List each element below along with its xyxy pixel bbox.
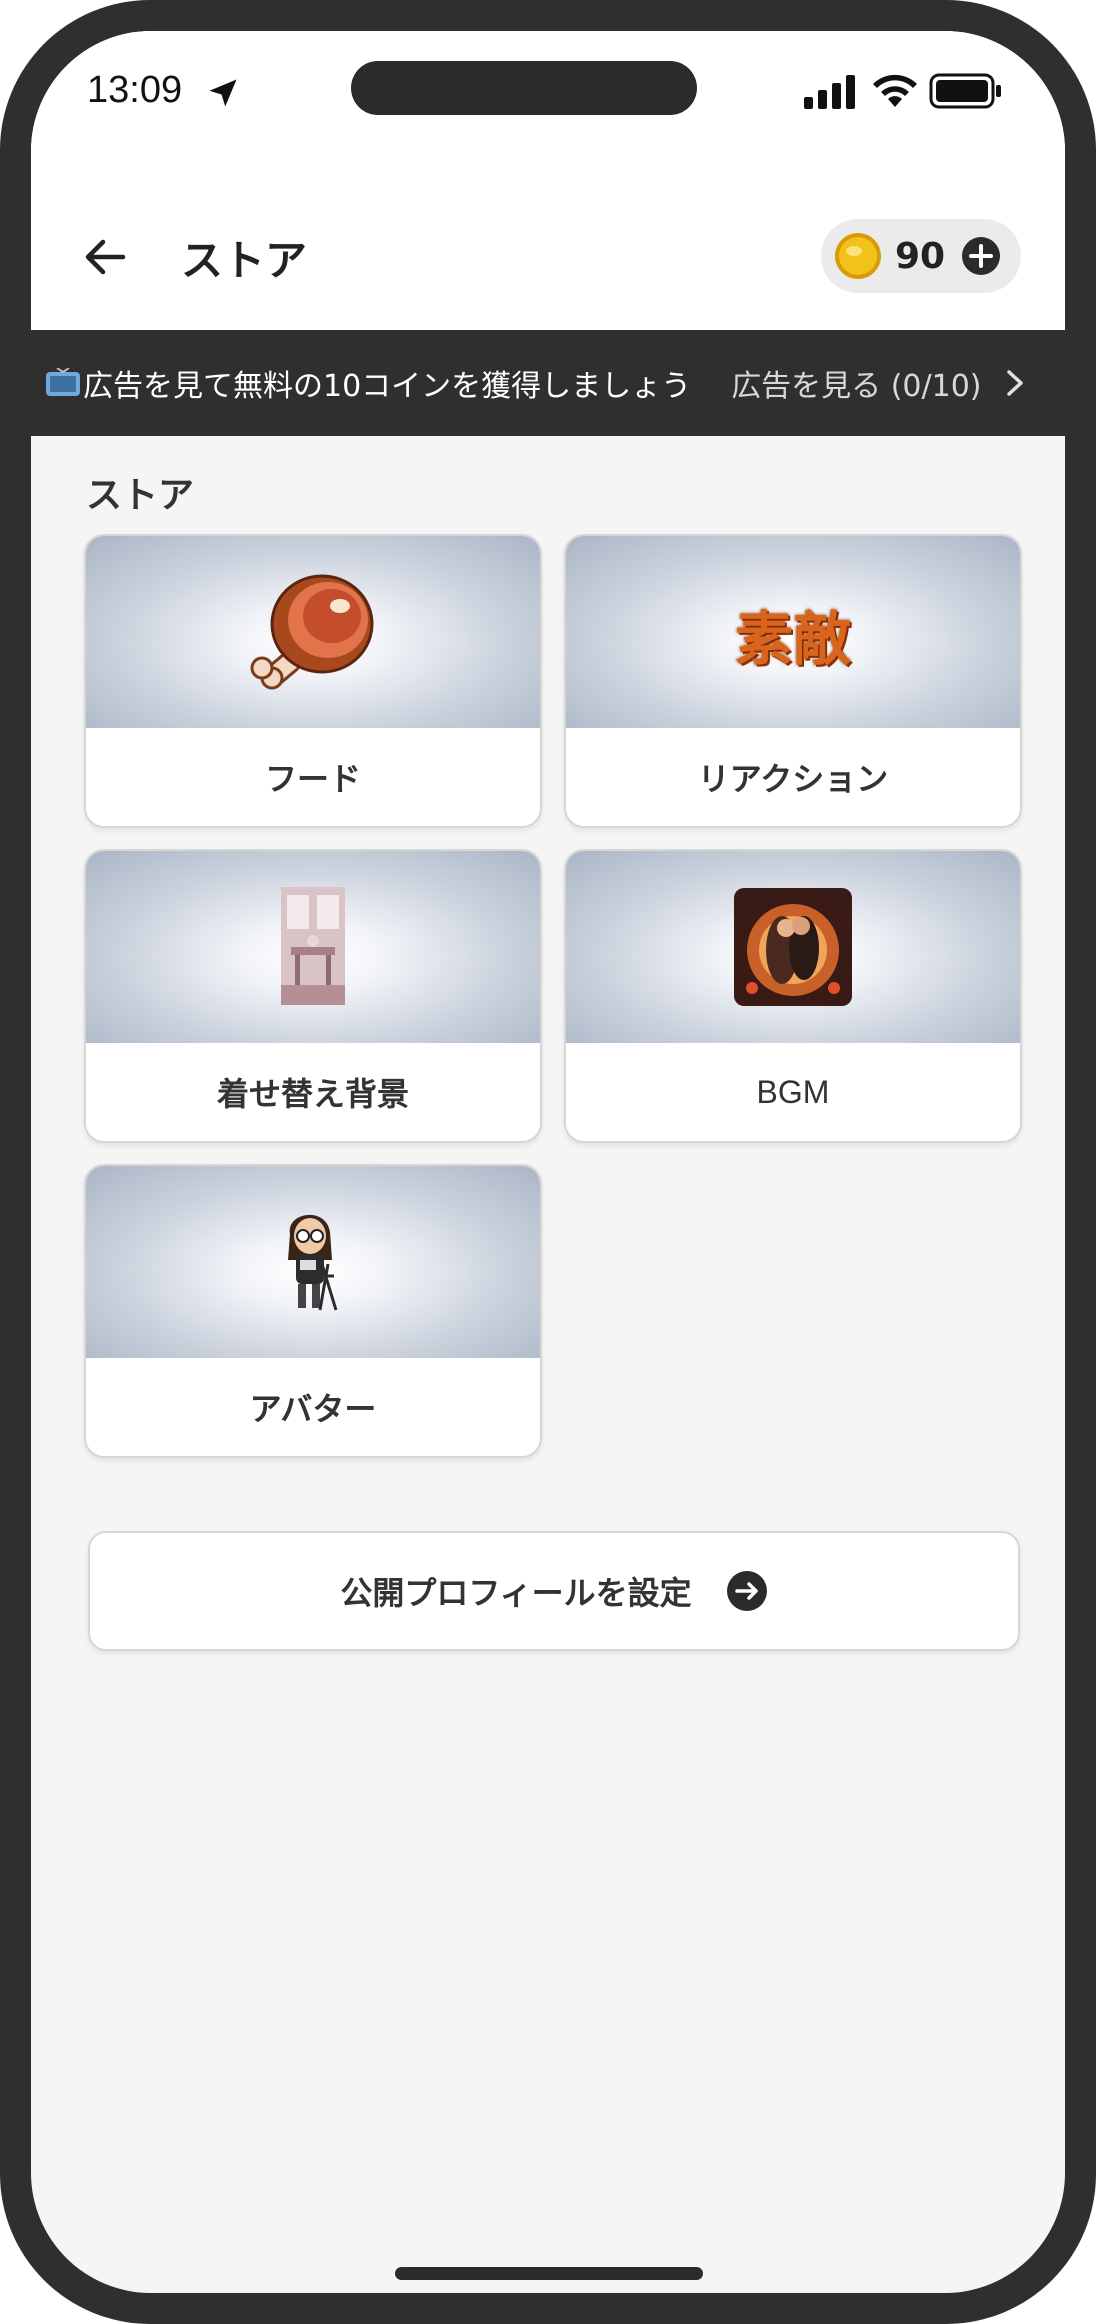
store-item-label: フード bbox=[264, 760, 361, 798]
card-image bbox=[86, 1166, 540, 1358]
card-image: 素敵 bbox=[566, 536, 1020, 728]
screen: 13:09 ストア 90 広告を見て無料の10コインを獲得しましょう 広告を見る… bbox=[31, 31, 1065, 2293]
card-image bbox=[86, 536, 540, 728]
battery-icon bbox=[929, 73, 1001, 109]
store-item-label: リアクション bbox=[697, 760, 889, 798]
ad-banner[interactable]: 広告を見て無料の10コインを獲得しましょう 広告を見る (0/10) bbox=[31, 330, 1065, 436]
card-image bbox=[566, 851, 1020, 1043]
coin-balance[interactable]: 90 bbox=[821, 219, 1021, 293]
section-title: ストア bbox=[86, 475, 195, 516]
store-item-reaction[interactable]: 素敵 リアクション bbox=[564, 534, 1022, 828]
store-item-bgm[interactable]: BGM bbox=[564, 849, 1022, 1143]
dynamic-island bbox=[351, 61, 697, 115]
wifi-icon bbox=[873, 74, 917, 107]
home-indicator[interactable] bbox=[395, 2267, 703, 2280]
cellular-signal-icon bbox=[804, 75, 855, 109]
status-time: 13:09 bbox=[87, 69, 183, 111]
gold-coin-icon bbox=[835, 233, 881, 279]
watch-ad-link[interactable]: 広告を見る (0/10) bbox=[731, 361, 981, 405]
meat-icon bbox=[250, 574, 374, 690]
plus-circle-icon[interactable] bbox=[961, 236, 1001, 276]
page-title: ストア bbox=[181, 236, 308, 285]
coin-count: 90 bbox=[895, 235, 946, 277]
arrow-left-icon bbox=[85, 239, 126, 275]
reaction-text-icon: 素敵 bbox=[734, 605, 851, 673]
location-arrow-icon bbox=[209, 79, 237, 107]
tv-icon bbox=[46, 368, 80, 396]
status-bar: 13:09 bbox=[31, 31, 1065, 181]
card-image bbox=[86, 851, 540, 1043]
room-background-icon bbox=[281, 887, 345, 1005]
back-button[interactable] bbox=[75, 227, 135, 287]
chevron-right-icon bbox=[1006, 370, 1023, 396]
store-item-label: アバター bbox=[249, 1390, 377, 1428]
store-item-label: BGM bbox=[756, 1073, 830, 1110]
set-public-profile-label: 公開プロフィールを設定 bbox=[340, 1574, 692, 1612]
set-public-profile-button[interactable]: 公開プロフィールを設定 bbox=[88, 1531, 1020, 1651]
bgm-cover-icon bbox=[734, 888, 852, 1006]
store-item-avatar[interactable]: アバター bbox=[84, 1164, 542, 1458]
store-item-label: 着せ替え背景 bbox=[216, 1075, 409, 1113]
store-item-food[interactable]: フード bbox=[84, 534, 542, 828]
arrow-right-circle-icon bbox=[726, 1571, 767, 1611]
device-frame: 13:09 ストア 90 広告を見て無料の10コインを獲得しましょう 広告を見る… bbox=[0, 0, 1096, 2324]
store-item-background[interactable]: 着せ替え背景 bbox=[84, 849, 542, 1143]
app-header: ストア 90 bbox=[31, 181, 1065, 330]
avatar-character-icon bbox=[288, 1214, 338, 1311]
ad-banner-text: 広告を見て無料の10コインを獲得しましょう bbox=[83, 369, 692, 404]
